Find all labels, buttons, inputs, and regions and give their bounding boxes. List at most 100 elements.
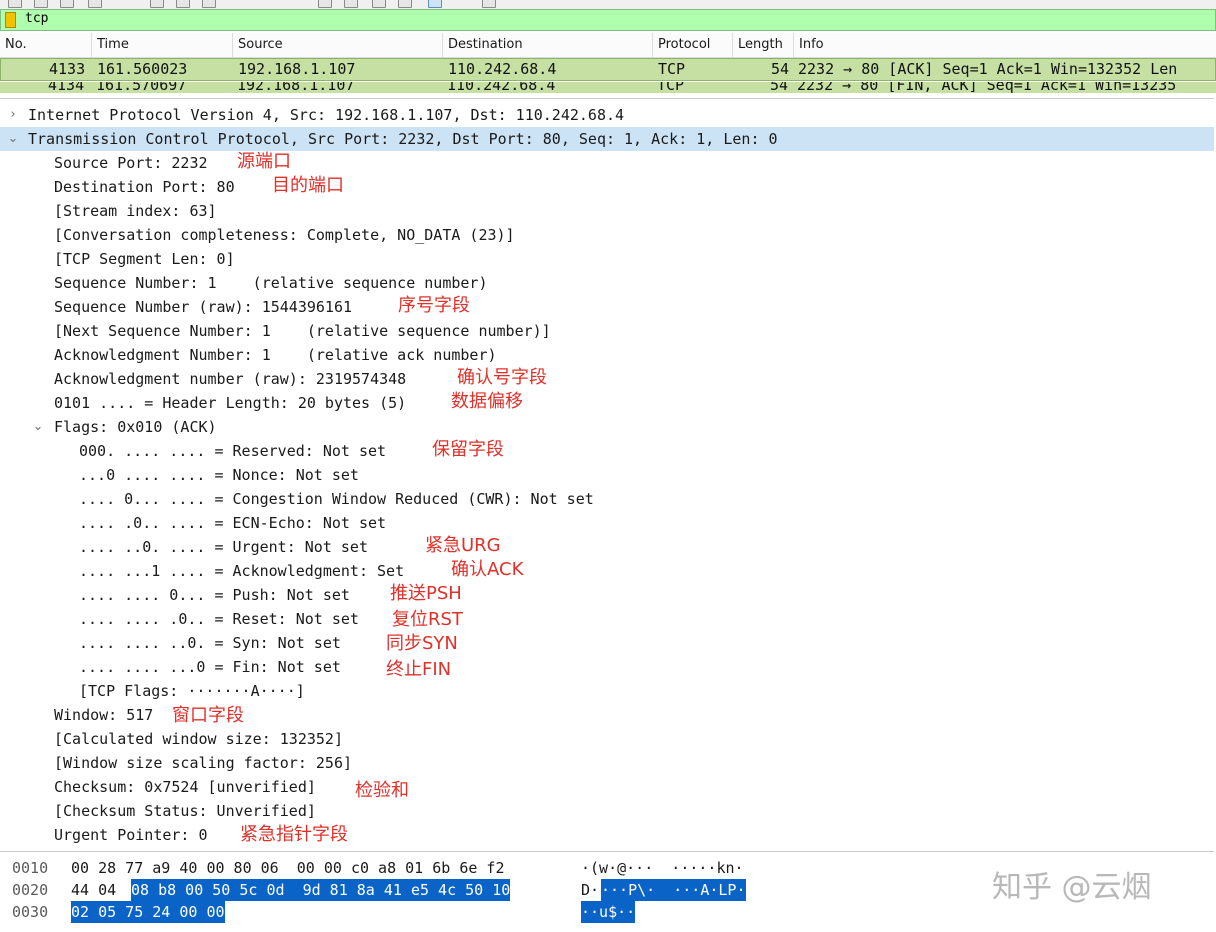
ascii-selected[interactable]: ··u$·· <box>581 901 636 923</box>
chevron-down-icon[interactable]: ⌄ <box>31 415 45 439</box>
annotation: 窗口字段 <box>172 705 244 726</box>
flag-reserved[interactable]: 000. .... .... = Reserved: Not set <box>79 439 386 463</box>
annotation: 终止FIN <box>386 659 452 680</box>
field-conversation-completeness[interactable]: [Conversation completeness: Complete, NO… <box>54 223 515 247</box>
flag-nonce[interactable]: ...0 .... .... = Nonce: Not set <box>79 463 359 487</box>
watermark: 知乎 @云烟 <box>992 870 1152 905</box>
annotation: 推送PSH <box>390 583 462 604</box>
bookmark-icon[interactable] <box>5 12 16 28</box>
flag-urgent[interactable]: .... ..0. .... = Urgent: Not set <box>79 535 368 559</box>
display-filter-bar[interactable]: tcp <box>0 9 1216 31</box>
hex-line[interactable]: 44 04 <box>71 879 116 901</box>
column-destination[interactable]: Destination <box>443 33 653 57</box>
field-checksum[interactable]: Checksum: 0x7524 [unverified] <box>54 775 316 799</box>
hex-selected[interactable]: 08 b8 00 50 5c 0d 9d 81 8a 41 e5 4c 50 1… <box>131 879 511 901</box>
byte-offset: 0010 <box>12 859 49 877</box>
packet-row[interactable]: 4133 161.560023 192.168.1.107 110.242.68… <box>0 58 1216 81</box>
field-seq-number-raw[interactable]: Sequence Number (raw): 1544396161 <box>54 295 352 319</box>
field-seq-number[interactable]: Sequence Number: 1 (relative sequence nu… <box>54 271 487 295</box>
packet-protocol: TCP <box>658 60 686 78</box>
packet-info: 2232 → 80 [ACK] Seq=1 Ack=1 Win=132352 L… <box>798 60 1178 78</box>
ascii-line[interactable]: ·(w·@··· ·····kn· <box>581 857 744 879</box>
tree-item-tcp[interactable]: Transmission Control Protocol, Src Port:… <box>28 127 778 151</box>
field-source-port[interactable]: Source Port: 2232 <box>54 151 208 175</box>
flag-syn[interactable]: .... .... ..0. = Syn: Not set <box>79 631 341 655</box>
chevron-right-icon[interactable]: › <box>6 103 20 127</box>
flag-push[interactable]: .... .... 0... = Push: Not set <box>79 583 350 607</box>
field-stream-index[interactable]: [Stream index: 63] <box>54 199 217 223</box>
ascii-line[interactable]: D· <box>581 879 599 901</box>
chevron-down-icon[interactable]: ⌄ <box>6 127 20 151</box>
field-destination-port[interactable]: Destination Port: 80 <box>54 175 235 199</box>
ascii-selected[interactable]: ···P\· ···A·LP· <box>601 879 746 901</box>
field-segment-len[interactable]: [TCP Segment Len: 0] <box>54 247 235 271</box>
colorize-icon[interactable] <box>318 0 332 8</box>
hex-selected[interactable]: 02 05 75 24 00 00 <box>71 901 225 923</box>
flag-reset[interactable]: .... .... .0.. = Reset: Not set <box>79 607 359 631</box>
autoscroll-icon[interactable] <box>344 0 358 8</box>
zoom-in-icon[interactable] <box>372 0 386 8</box>
packet-no: 4133 <box>49 60 86 78</box>
main-toolbar <box>0 0 1216 9</box>
field-urgent-pointer[interactable]: Urgent Pointer: 0 <box>54 823 208 847</box>
close-file-icon[interactable] <box>60 0 74 8</box>
annotation: 确认号字段 <box>457 367 547 388</box>
annotation: 紧急指针字段 <box>240 824 348 845</box>
packet-time: 161.560023 <box>97 60 188 78</box>
field-window[interactable]: Window: 517 <box>54 703 153 727</box>
save-file-icon[interactable] <box>34 0 48 8</box>
byte-offset: 0020 <box>12 881 49 899</box>
field-tcp-flags-summary[interactable]: [TCP Flags: ·······A····] <box>79 679 305 703</box>
column-no[interactable]: No. <box>0 33 92 57</box>
annotation: 保留字段 <box>432 439 504 460</box>
packet-length: 54 <box>771 60 790 78</box>
annotation: 数据偏移 <box>451 391 523 412</box>
go-forward-icon[interactable] <box>202 0 216 8</box>
column-source[interactable]: Source <box>233 33 443 57</box>
resize-columns-icon[interactable] <box>482 0 496 8</box>
packet-row[interactable]: 4134 161.570697 192.168.1.107 110.242.68… <box>0 82 1216 93</box>
column-time[interactable]: Time <box>92 33 233 57</box>
flag-fin[interactable]: .... .... ...0 = Fin: Not set <box>79 655 341 679</box>
zoom-out-icon[interactable] <box>398 0 412 8</box>
packet-source: 192.168.1.107 <box>237 82 355 93</box>
flag-acknowledgment[interactable]: .... ...1 .... = Acknowledgment: Set <box>79 559 404 583</box>
annotation: 序号字段 <box>398 295 470 316</box>
annotation: 检验和 <box>355 780 409 801</box>
packet-length: 54 <box>770 82 789 93</box>
field-next-seq-number[interactable]: [Next Sequence Number: 1 (relative seque… <box>54 319 551 343</box>
tree-item-ipv4[interactable]: Internet Protocol Version 4, Src: 192.16… <box>28 103 624 127</box>
packet-list-header: No. Time Source Destination Protocol Len… <box>0 33 1216 58</box>
hex-line[interactable]: 00 28 77 a9 40 00 80 06 00 00 c0 a8 01 6… <box>71 857 504 879</box>
annotation: 复位RST <box>392 609 463 630</box>
column-length[interactable]: Length <box>733 33 794 57</box>
packet-no: 4134 <box>48 82 85 93</box>
packet-protocol: TCP <box>657 82 685 93</box>
field-ack-number[interactable]: Acknowledgment Number: 1 (relative ack n… <box>54 343 497 367</box>
field-ack-number-raw[interactable]: Acknowledgment number (raw): 2319574348 <box>54 367 406 391</box>
field-window-scaling[interactable]: [Window size scaling factor: 256] <box>54 751 352 775</box>
field-checksum-status[interactable]: [Checksum Status: Unverified] <box>54 799 316 823</box>
find-packet-icon[interactable] <box>150 0 164 8</box>
field-header-length[interactable]: 0101 .... = Header Length: 20 bytes (5) <box>54 391 406 415</box>
go-back-icon[interactable] <box>176 0 190 8</box>
open-file-icon[interactable] <box>8 0 22 8</box>
filter-input[interactable]: tcp <box>25 11 48 26</box>
annotation: 目的端口 <box>272 175 344 196</box>
tree-item-flags[interactable]: Flags: 0x010 (ACK) <box>54 415 217 439</box>
packet-details-pane: › Internet Protocol Version 4, Src: 192.… <box>0 98 1214 852</box>
packet-source: 192.168.1.107 <box>238 60 356 78</box>
column-protocol[interactable]: Protocol <box>653 33 733 57</box>
reload-icon[interactable] <box>88 0 102 8</box>
packet-destination: 110.242.68.4 <box>448 60 557 78</box>
field-calculated-window[interactable]: [Calculated window size: 132352] <box>54 727 343 751</box>
flag-ecn-echo[interactable]: .... .0.. .... = ECN-Echo: Not set <box>79 511 386 535</box>
annotation: 紧急URG <box>425 535 501 556</box>
flag-cwr[interactable]: .... 0... .... = Congestion Window Reduc… <box>79 487 594 511</box>
normal-size-icon[interactable] <box>428 0 442 8</box>
packet-destination: 110.242.68.4 <box>447 82 556 93</box>
annotation: 确认ACK <box>451 559 524 580</box>
annotation: 源端口 <box>237 151 291 172</box>
byte-offset: 0030 <box>12 903 49 921</box>
column-info[interactable]: Info <box>794 33 1216 57</box>
